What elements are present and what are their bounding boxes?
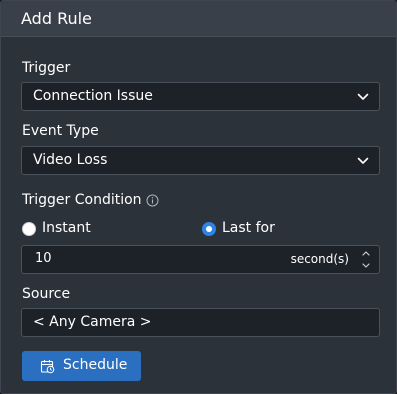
dialog-header: Add Rule: [1, 1, 396, 37]
duration-unit: second(s): [290, 252, 349, 266]
event-type-select[interactable]: Video Loss: [21, 146, 380, 175]
instant-radio-label[interactable]: Instant: [42, 220, 91, 236]
event-type-select-value: Video Loss: [33, 152, 108, 168]
calendar-icon: [40, 360, 55, 374]
event-type-label: Event Type: [22, 123, 99, 139]
schedule-button-label: Schedule: [63, 357, 128, 373]
info-icon[interactable]: [146, 194, 159, 207]
duration-input[interactable]: 10 second(s): [21, 245, 380, 274]
dialog-title: Add Rule: [21, 9, 92, 28]
source-label: Source: [22, 286, 71, 302]
add-rule-dialog: Add Rule Trigger Connection Issue Event …: [0, 0, 397, 394]
spinner-arrows-icon[interactable]: [361, 248, 371, 271]
trigger-label: Trigger: [22, 60, 71, 76]
trigger-condition-label: Trigger Condition: [22, 192, 142, 208]
duration-value: 10: [35, 251, 52, 266]
chevron-down-icon: [357, 157, 369, 164]
trigger-select[interactable]: Connection Issue: [21, 82, 380, 111]
instant-radio[interactable]: [22, 222, 36, 236]
source-input[interactable]: < Any Camera >: [21, 308, 380, 337]
last-for-radio-label[interactable]: Last for: [222, 220, 275, 236]
schedule-button[interactable]: Schedule: [22, 351, 141, 381]
trigger-select-value: Connection Issue: [33, 88, 153, 104]
chevron-down-icon: [357, 93, 369, 100]
source-value: < Any Camera >: [33, 314, 152, 330]
last-for-radio[interactable]: [202, 222, 216, 236]
